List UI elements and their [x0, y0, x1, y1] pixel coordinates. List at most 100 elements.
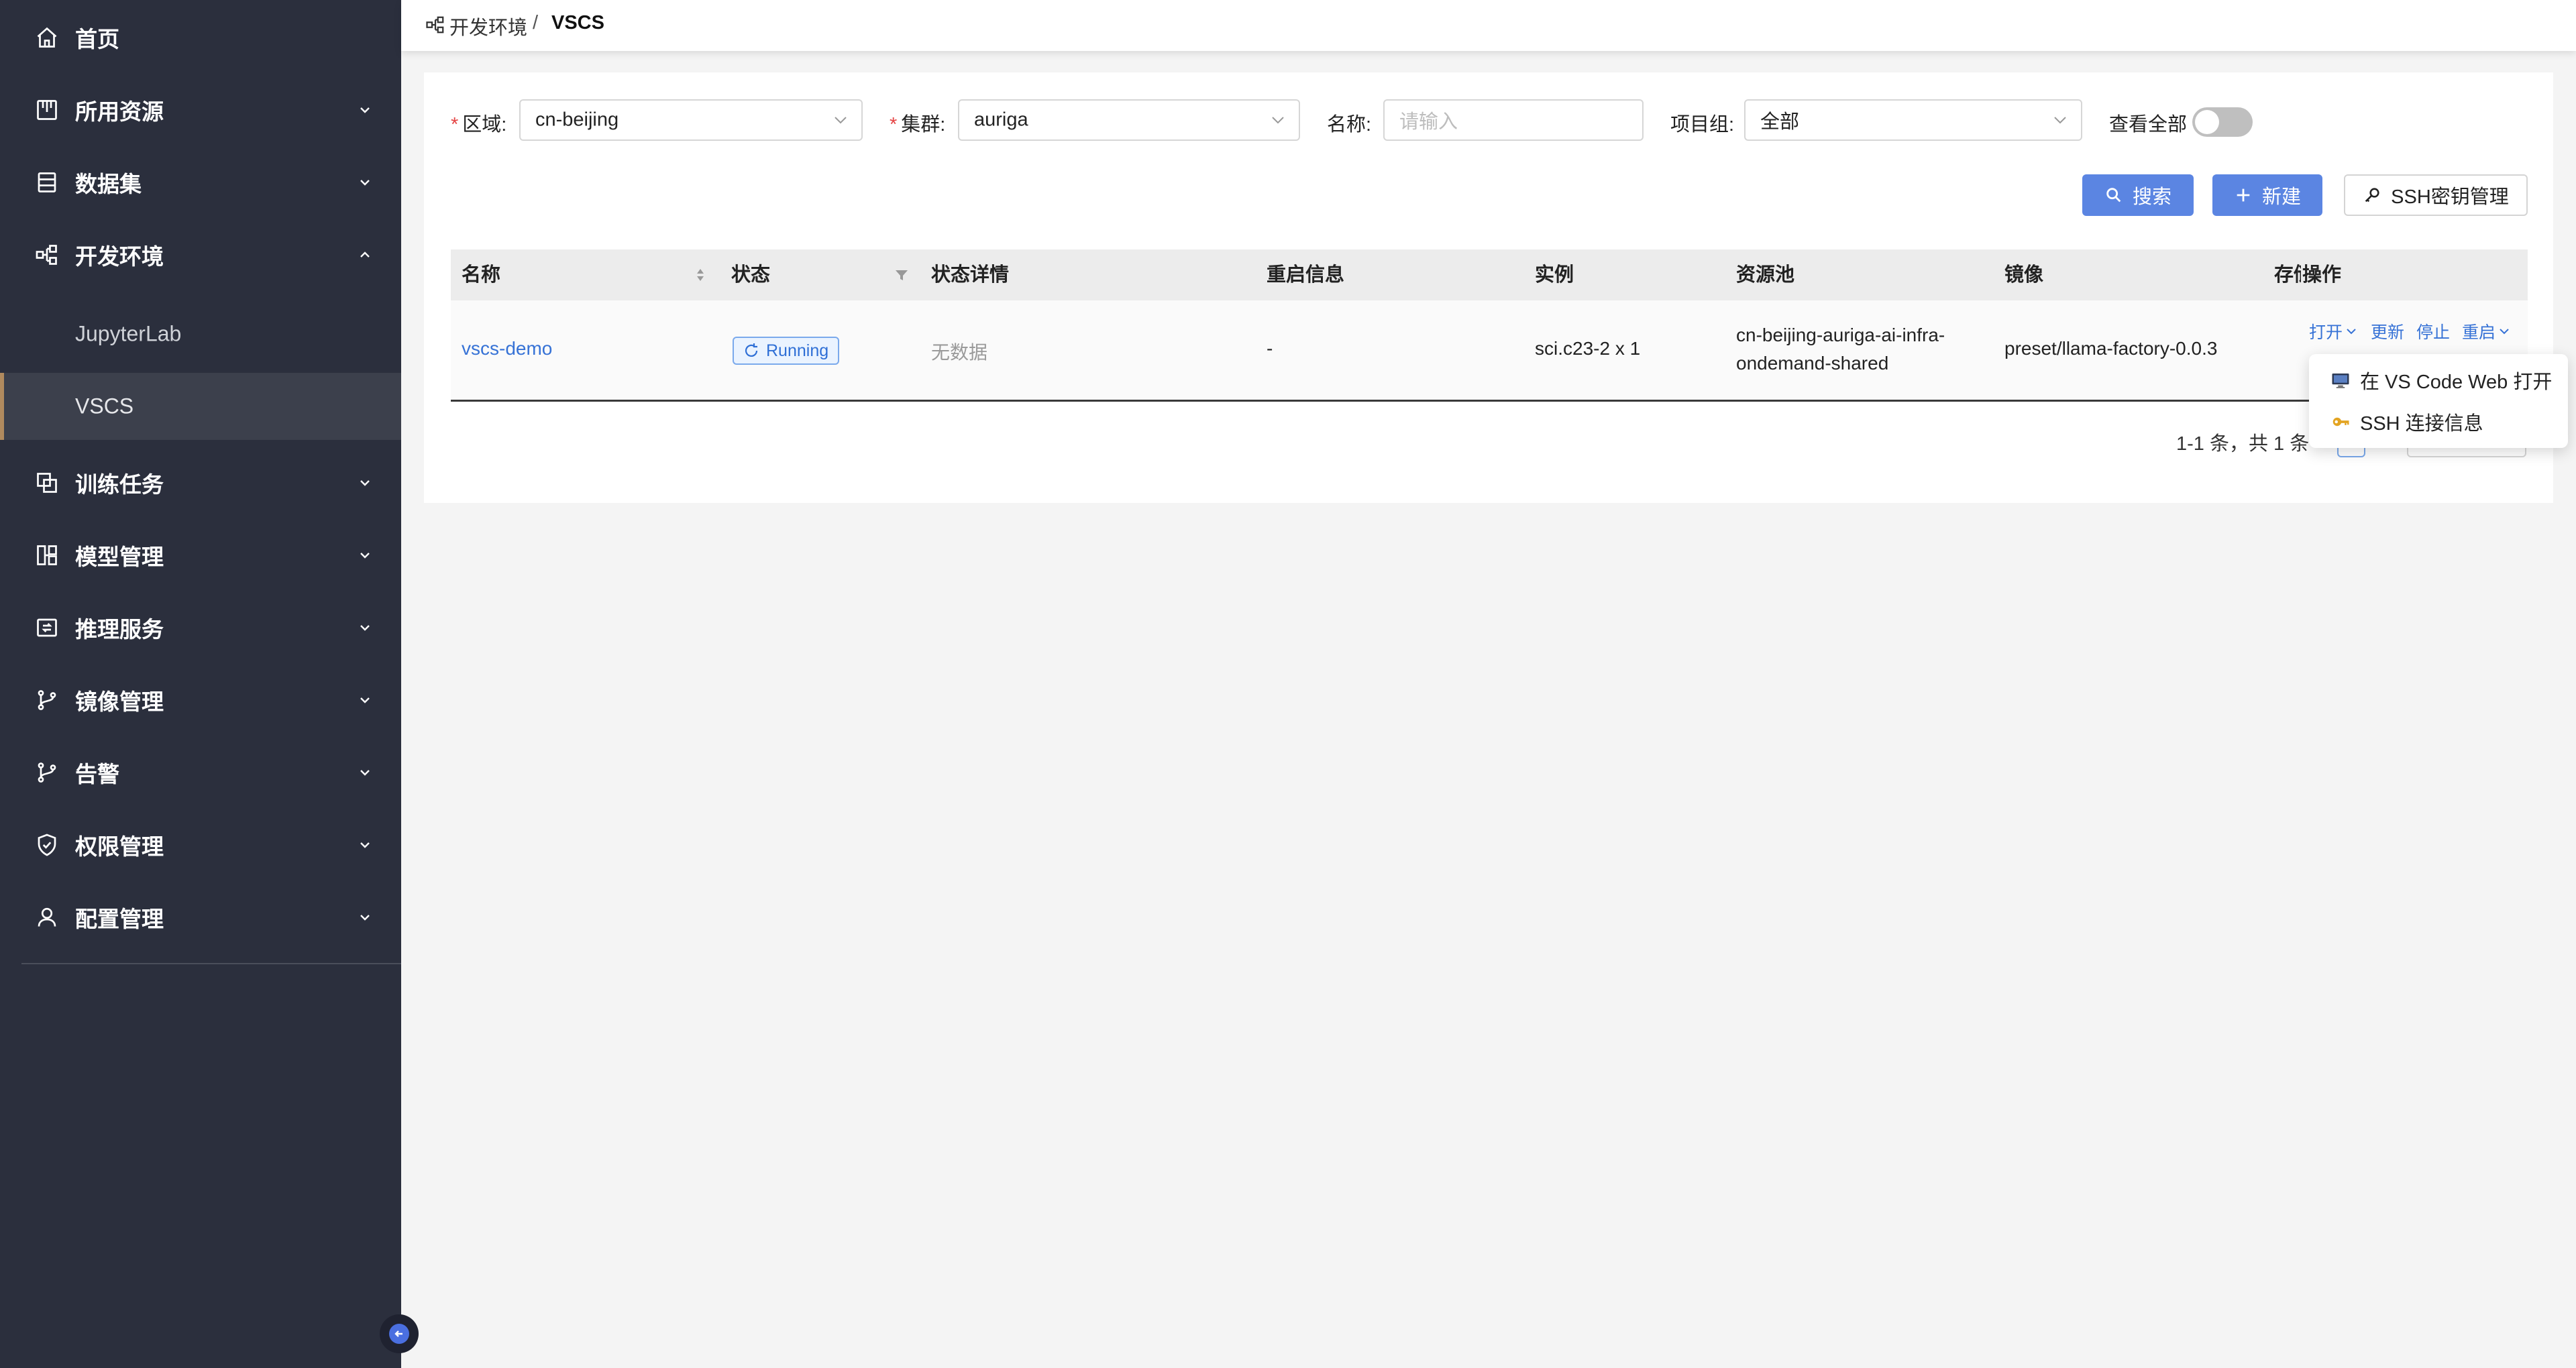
chevron-down-icon [358, 693, 372, 707]
chevron-down-icon [833, 113, 848, 127]
view-all-toggle[interactable] [2192, 107, 2253, 137]
search-button[interactable]: 搜索 [2082, 174, 2194, 216]
sidebar-item-label: 模型管理 [75, 545, 164, 569]
column-instance: 实例 [1535, 264, 1574, 286]
user-icon [35, 905, 59, 929]
column-restart-info: 重启信息 [1267, 264, 1345, 286]
model-icon [35, 543, 59, 567]
chevron-down-icon [358, 911, 372, 924]
menu-item-ssh-info[interactable]: SSH 连接信息 [2309, 401, 2568, 443]
sidebar-subitem-vscs[interactable]: VSCS [0, 373, 401, 440]
chevron-down-icon [1271, 113, 1285, 127]
sidebar-item-config[interactable]: 配置管理 [0, 887, 401, 948]
name-input[interactable]: 请输入 [1383, 99, 1644, 141]
chevron-down-icon [2053, 113, 2068, 127]
project-label: 项目组: [1670, 114, 1735, 135]
sidebar-divider [21, 963, 401, 964]
shield-icon [35, 833, 59, 857]
search-icon [2104, 186, 2123, 205]
pagination-summary: 1-1 条，共 1 条 [2176, 433, 2310, 455]
open-action[interactable]: 打开 [2309, 319, 2357, 343]
breadcrumb-separator: / [533, 12, 539, 34]
dev-env-icon [35, 243, 59, 267]
alert-branch-icon [35, 760, 59, 785]
region-select[interactable]: cn-beijing [519, 99, 863, 141]
table-header: 名称 状态 状态详情 重启信息 实例 资源池 镜像 存储 操作 [451, 249, 2528, 300]
sidebar-item-dev-env[interactable]: 开发环境 [0, 224, 401, 286]
project-value: 全部 [1760, 111, 1800, 133]
key-icon [2330, 412, 2351, 432]
stop-action[interactable]: 停止 [2416, 319, 2450, 343]
update-action[interactable]: 更新 [2371, 319, 2404, 343]
create-button[interactable]: 新建 [2212, 174, 2322, 216]
sidebar-item-alerts[interactable]: 告警 [0, 742, 401, 803]
menu-item-vscode-web[interactable]: 在 VS Code Web 打开 [2309, 359, 2568, 401]
sidebar-item-permissions[interactable]: 权限管理 [0, 814, 401, 876]
resource-pool-line2: ondemand-shared [1736, 353, 1889, 374]
dev-env-icon [425, 15, 445, 35]
image-branch-icon [35, 688, 59, 712]
sidebar-item-label: 首页 [75, 27, 119, 52]
open-action-label: 打开 [2309, 323, 2343, 342]
chevron-down-icon [358, 766, 372, 779]
project-select[interactable]: 全部 [1744, 99, 2082, 141]
chevron-down-icon [358, 103, 372, 117]
sidebar-item-datasets[interactable]: 数据集 [0, 152, 401, 213]
restart-action[interactable]: 重启 [2462, 319, 2510, 343]
sidebar-item-label: 训练任务 [75, 472, 164, 497]
sidebar-item-label: 配置管理 [75, 907, 164, 931]
column-image: 镜像 [2004, 264, 2044, 286]
sidebar-item-models[interactable]: 模型管理 [0, 524, 401, 586]
region-value: cn-beijing [535, 109, 619, 131]
chevron-down-icon [2500, 329, 2509, 335]
ssh-keys-button-label: SSH密钥管理 [2391, 186, 2509, 208]
sidebar-item-resources[interactable]: 所用资源 [0, 79, 401, 141]
restart-info: - [1267, 338, 1273, 359]
menu-item-label: SSH 连接信息 [2360, 413, 2483, 435]
sidebar-item-label: 所用资源 [75, 99, 164, 124]
env-name-link[interactable]: vscs-demo [462, 338, 552, 359]
key-outline-icon [2363, 186, 2381, 205]
chevron-up-icon [358, 248, 372, 262]
training-icon [35, 471, 59, 495]
name-placeholder: 请输入 [1399, 111, 1458, 133]
sidebar-item-label: 开发环境 [75, 244, 164, 269]
column-status: 状态 [731, 264, 771, 286]
status-badge: Running [733, 337, 840, 365]
sidebar-item-label: 数据集 [75, 172, 142, 196]
cluster-value: auriga [974, 109, 1028, 131]
sidebar-item-inference[interactable]: 推理服务 [0, 597, 401, 659]
chevron-down-icon [358, 476, 372, 490]
breadcrumb-parent[interactable]: 开发环境 [449, 12, 527, 40]
breadcrumb: 开发环境 / VSCS [401, 0, 2576, 51]
sidebar-item-images[interactable]: 镜像管理 [0, 669, 401, 731]
sidebar-subitem-jupyterlab[interactable]: JupyterLab [0, 300, 401, 367]
toggle-knob [2195, 110, 2219, 134]
sort-icon[interactable] [692, 267, 708, 283]
instance-value: sci.c23-2 x 1 [1535, 338, 1641, 359]
main-card: * 区域: cn-beijing * 集群: auriga 名称: 请输入 项目组:… [424, 72, 2553, 503]
open-dropdown-menu: 在 VS Code Web 打开 SSH 连接信息 [2309, 354, 2568, 448]
resource-pool-line1: cn-beijing-auriga-ai-infra- [1736, 325, 1945, 345]
sidebar: 首页 所用资源 数据集 开发环境 JupyterLab VSCS 训练任务 模型… [0, 0, 401, 1368]
inference-icon [35, 616, 59, 640]
cluster-select[interactable]: auriga [958, 99, 1300, 141]
ssh-keys-button[interactable]: SSH密钥管理 [2344, 174, 2528, 216]
menu-item-label: 在 VS Code Web 打开 [2360, 372, 2553, 393]
sidebar-collapse-button[interactable] [380, 1314, 419, 1353]
name-label: 名称: [1327, 114, 1372, 135]
dataset-icon [35, 170, 59, 194]
sidebar-item-training[interactable]: 训练任务 [0, 452, 401, 514]
sidebar-item-label: 镜像管理 [75, 689, 164, 714]
column-status-detail: 状态详情 [931, 264, 1010, 286]
column-name[interactable]: 名称 [462, 249, 500, 300]
filter-icon[interactable] [894, 267, 910, 283]
region-label: * 区域: [451, 114, 507, 135]
sync-icon [743, 343, 759, 359]
home-icon [35, 25, 59, 50]
sidebar-item-home[interactable]: 首页 [0, 7, 401, 68]
sidebar-item-label: 告警 [75, 762, 119, 787]
search-button-label: 搜索 [2132, 186, 2171, 208]
plus-icon [2234, 186, 2253, 205]
breadcrumb-current: VSCS [551, 12, 604, 34]
